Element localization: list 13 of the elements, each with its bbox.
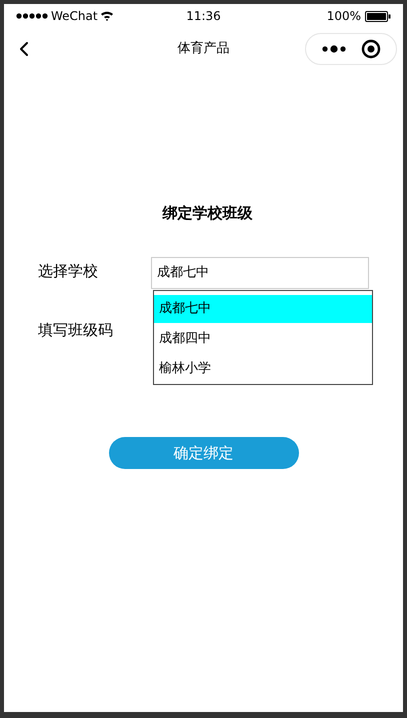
school-label: 选择学校 — [38, 260, 99, 282]
carrier-name: WeChat — [51, 8, 98, 25]
class-code-label: 填写班级码 — [38, 320, 113, 340]
battery-percent: 100% — [326, 8, 361, 25]
clock: 11:36 — [186, 8, 221, 25]
signal-icon — [16, 13, 48, 19]
dropdown-option[interactable]: 成都七中 — [154, 294, 372, 322]
battery-icon — [365, 10, 391, 22]
wifi-icon — [100, 11, 113, 21]
school-select[interactable]: 成都七中 — [150, 256, 369, 288]
page-title: 体育产品 — [178, 40, 230, 58]
form-title: 绑定学校班级 — [162, 203, 252, 224]
more-icon[interactable] — [322, 45, 346, 53]
